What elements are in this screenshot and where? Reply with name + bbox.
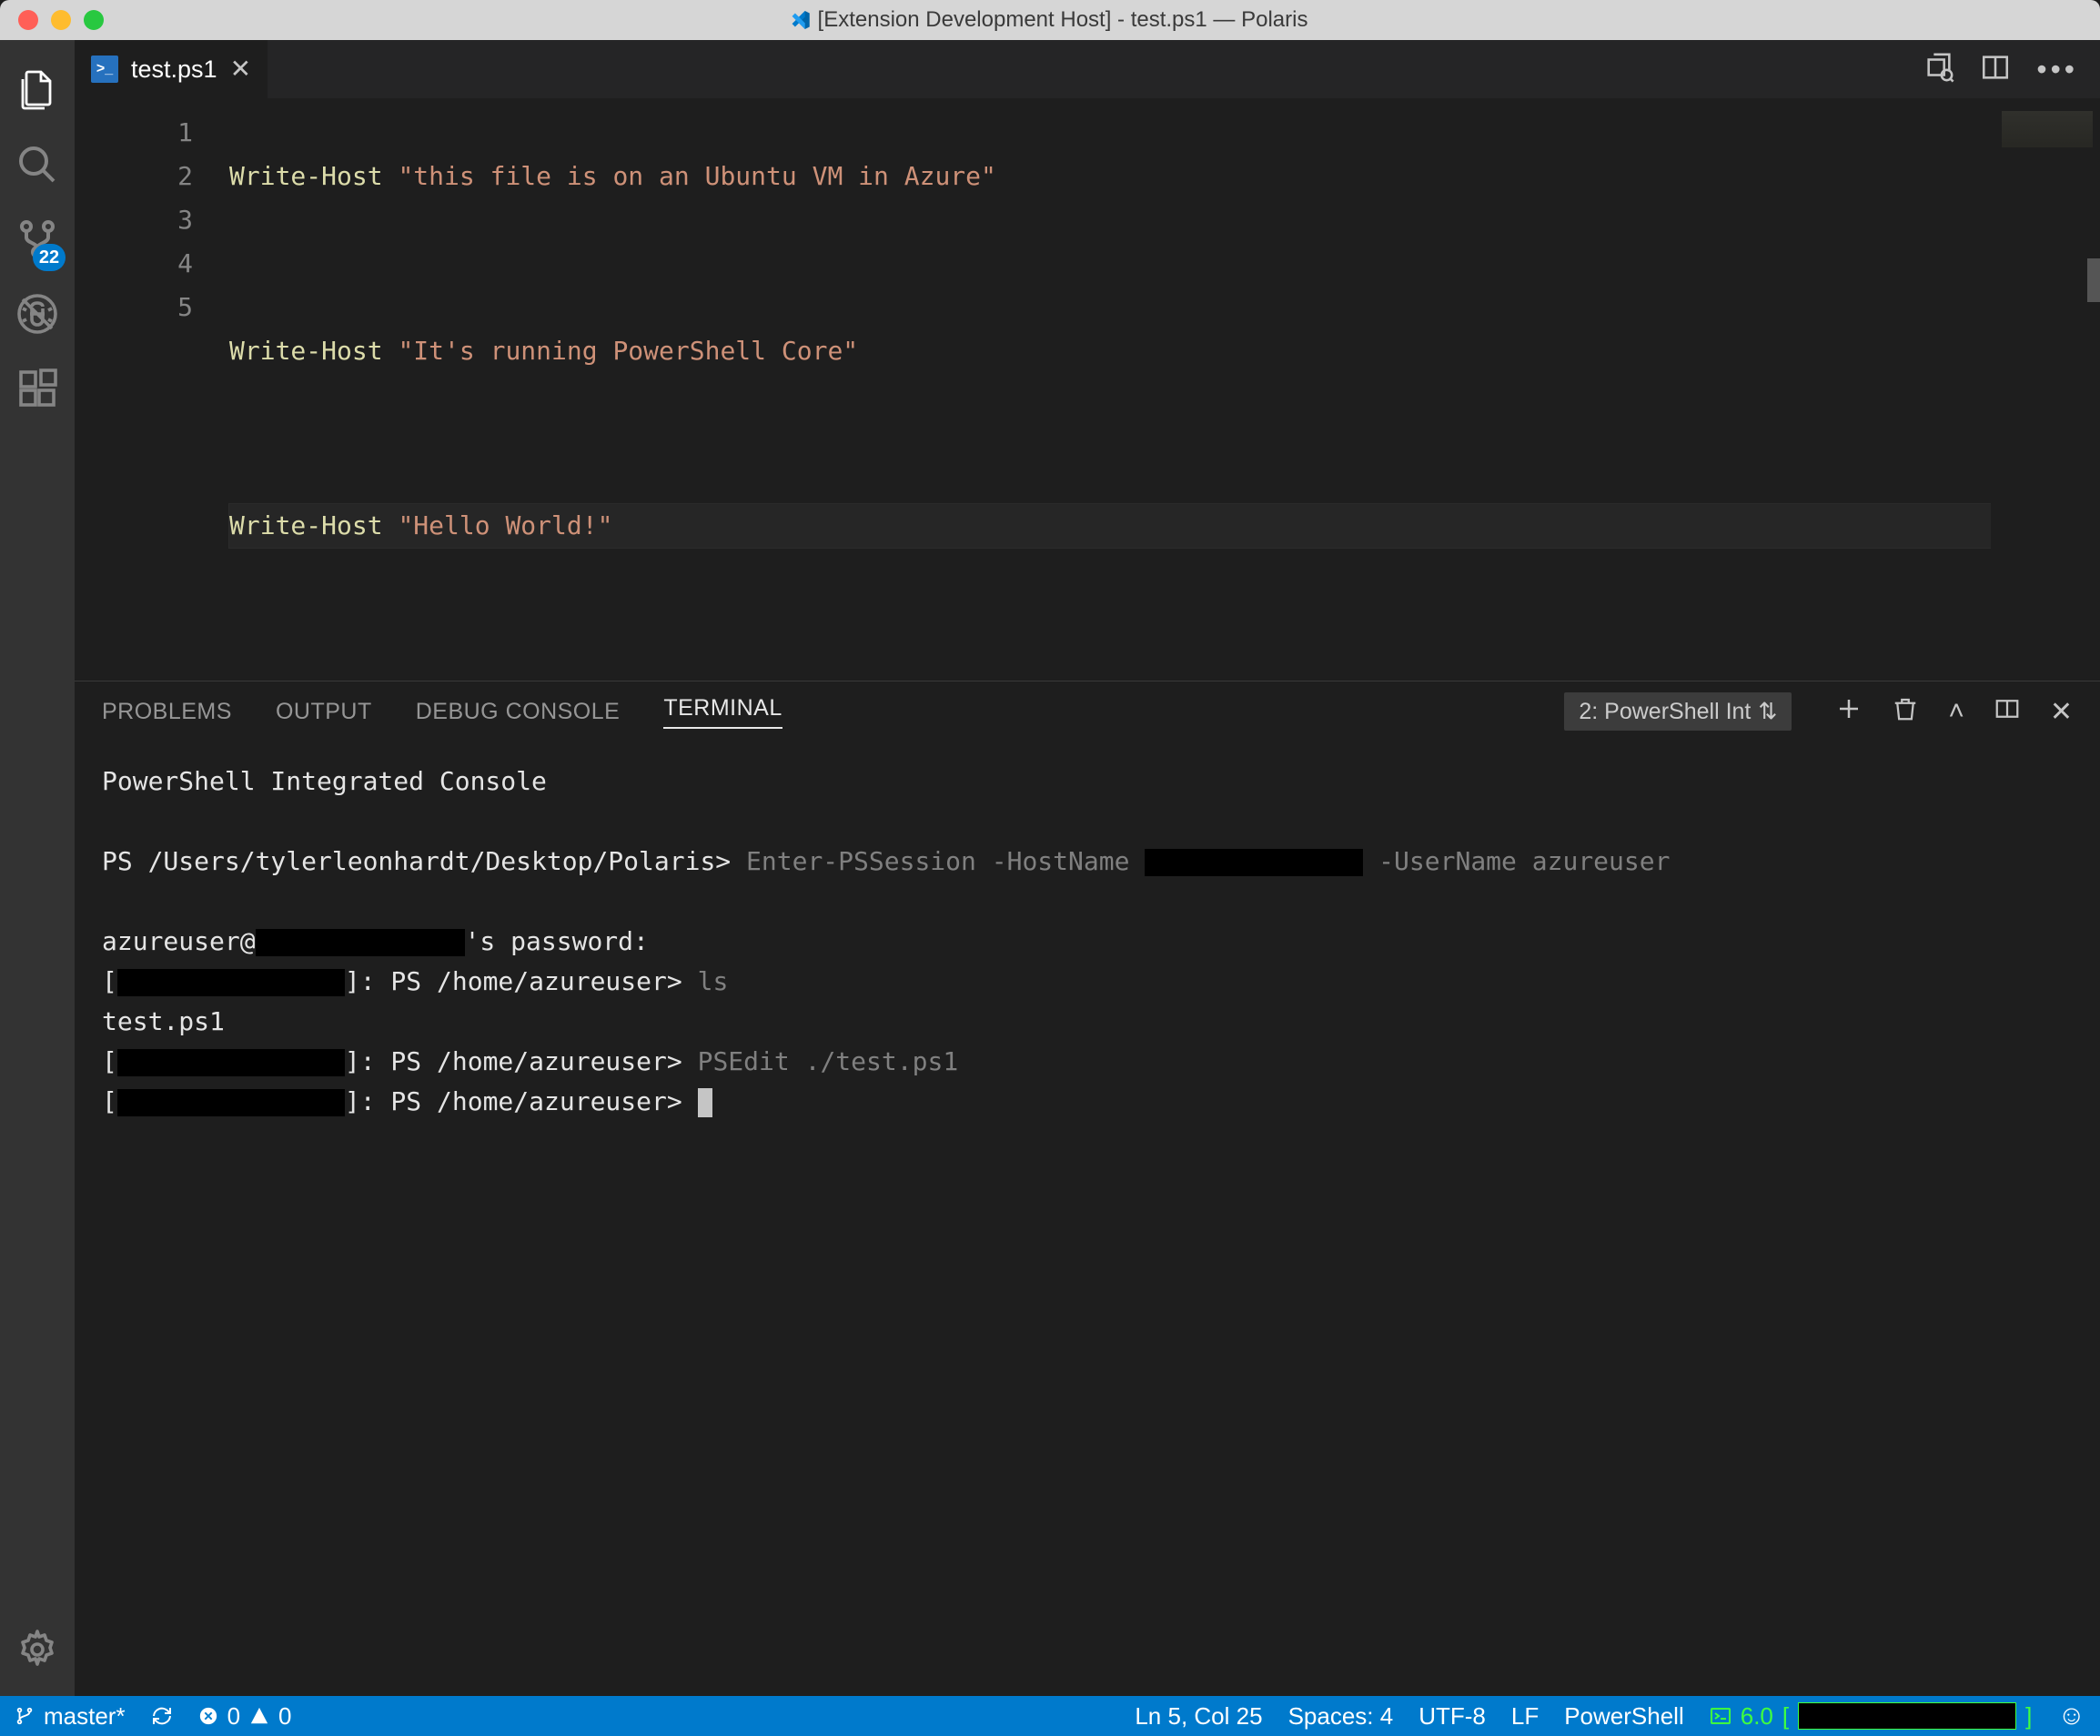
window-close-button[interactable] [18, 10, 38, 30]
activity-extensions[interactable] [0, 351, 75, 426]
compare-changes-icon[interactable] [1923, 52, 1954, 87]
editor-tabs: >_ test.ps1 ✕ ••• [75, 40, 2100, 98]
vscode-icon [793, 11, 811, 29]
activity-search[interactable] [0, 127, 75, 202]
redacted-status [1798, 1702, 2016, 1730]
source-control-badge: 22 [33, 244, 66, 271]
sync-icon [151, 1705, 173, 1727]
search-icon [15, 143, 59, 187]
close-panel-button[interactable]: ✕ [2050, 696, 2073, 728]
terminal-banner: PowerShell Integrated Console [102, 762, 2073, 802]
no-bug-icon [15, 292, 59, 336]
status-encoding[interactable]: UTF-8 [1419, 1702, 1486, 1731]
code-area[interactable]: Write-Host "this file is on an Ubuntu VM… [229, 98, 1991, 681]
status-language[interactable]: PowerShell [1564, 1702, 1684, 1731]
status-feedback[interactable]: ☺ [2057, 1701, 2085, 1731]
status-bar: master* 0 0 Ln 5, Col 25 Spaces: 4 UTF-8… [0, 1696, 2100, 1736]
extensions-icon [15, 367, 59, 410]
powershell-icon [1710, 1705, 1731, 1727]
more-actions-icon[interactable]: ••• [2036, 53, 2078, 86]
redacted-hostname [1145, 849, 1363, 876]
titlebar: [Extension Development Host] - test.ps1 … [0, 0, 2100, 40]
panel-tab-debug-console[interactable]: DEBUG CONSOLE [416, 699, 621, 725]
panel-tab-problems[interactable]: PROBLEMS [102, 699, 232, 725]
warning-icon [249, 1706, 269, 1726]
panel-tab-output[interactable]: OUTPUT [276, 699, 372, 725]
activity-explorer[interactable] [0, 53, 75, 127]
scroll-indicator [2087, 258, 2100, 302]
terminal-cursor [698, 1088, 712, 1117]
files-icon [15, 68, 59, 112]
kill-terminal-button[interactable] [1892, 695, 1919, 729]
redacted-session [117, 1049, 345, 1076]
activity-source-control[interactable]: 22 [0, 202, 75, 277]
split-terminal-button[interactable] [1994, 695, 2021, 729]
chevron-updown-icon: ⇅ [1758, 698, 1777, 725]
activity-bar: 22 [0, 40, 75, 1696]
line-gutter: 1 2 3 4 5 [75, 98, 229, 681]
split-editor-icon[interactable] [1980, 52, 2011, 87]
maximize-panel-button[interactable]: ˄ [1948, 696, 1964, 727]
tab-test-ps1[interactable]: >_ test.ps1 ✕ [75, 40, 268, 98]
status-sync[interactable] [151, 1705, 173, 1727]
redacted-session [117, 1089, 345, 1116]
new-terminal-button[interactable] [1835, 695, 1863, 729]
terminal-selector[interactable]: 2: PowerShell Int ⇅ [1564, 692, 1792, 731]
window-minimize-button[interactable] [51, 10, 71, 30]
status-eol[interactable]: LF [1511, 1702, 1539, 1731]
gear-icon [15, 1628, 59, 1671]
window-maximize-button[interactable] [84, 10, 104, 30]
bottom-panel: PROBLEMS OUTPUT DEBUG CONSOLE TERMINAL 2… [75, 681, 2100, 1696]
tab-close-button[interactable]: ✕ [230, 56, 251, 82]
redacted-session [117, 969, 345, 996]
tab-label: test.ps1 [131, 56, 217, 84]
terminal[interactable]: PowerShell Integrated Console PS /Users/… [75, 742, 2100, 1696]
status-branch[interactable]: master* [15, 1702, 126, 1731]
code-editor[interactable]: 1 2 3 4 5 Write-Host "this file is on an… [75, 98, 2100, 681]
status-powershell-version[interactable]: 6.0 [] [1710, 1702, 2033, 1731]
branch-icon [15, 1706, 35, 1726]
minimap[interactable] [1991, 98, 2100, 681]
activity-settings[interactable] [0, 1612, 75, 1687]
status-indentation[interactable]: Spaces: 4 [1288, 1702, 1394, 1731]
error-icon [198, 1706, 218, 1726]
window-title: [Extension Development Host] - test.ps1 … [793, 7, 1308, 33]
powershell-file-icon: >_ [91, 56, 118, 83]
panel-tab-terminal[interactable]: TERMINAL [663, 695, 782, 729]
status-cursor-position[interactable]: Ln 5, Col 25 [1135, 1702, 1262, 1731]
redacted-host [256, 929, 465, 956]
activity-debug[interactable] [0, 277, 75, 351]
status-problems[interactable]: 0 0 [198, 1702, 292, 1731]
